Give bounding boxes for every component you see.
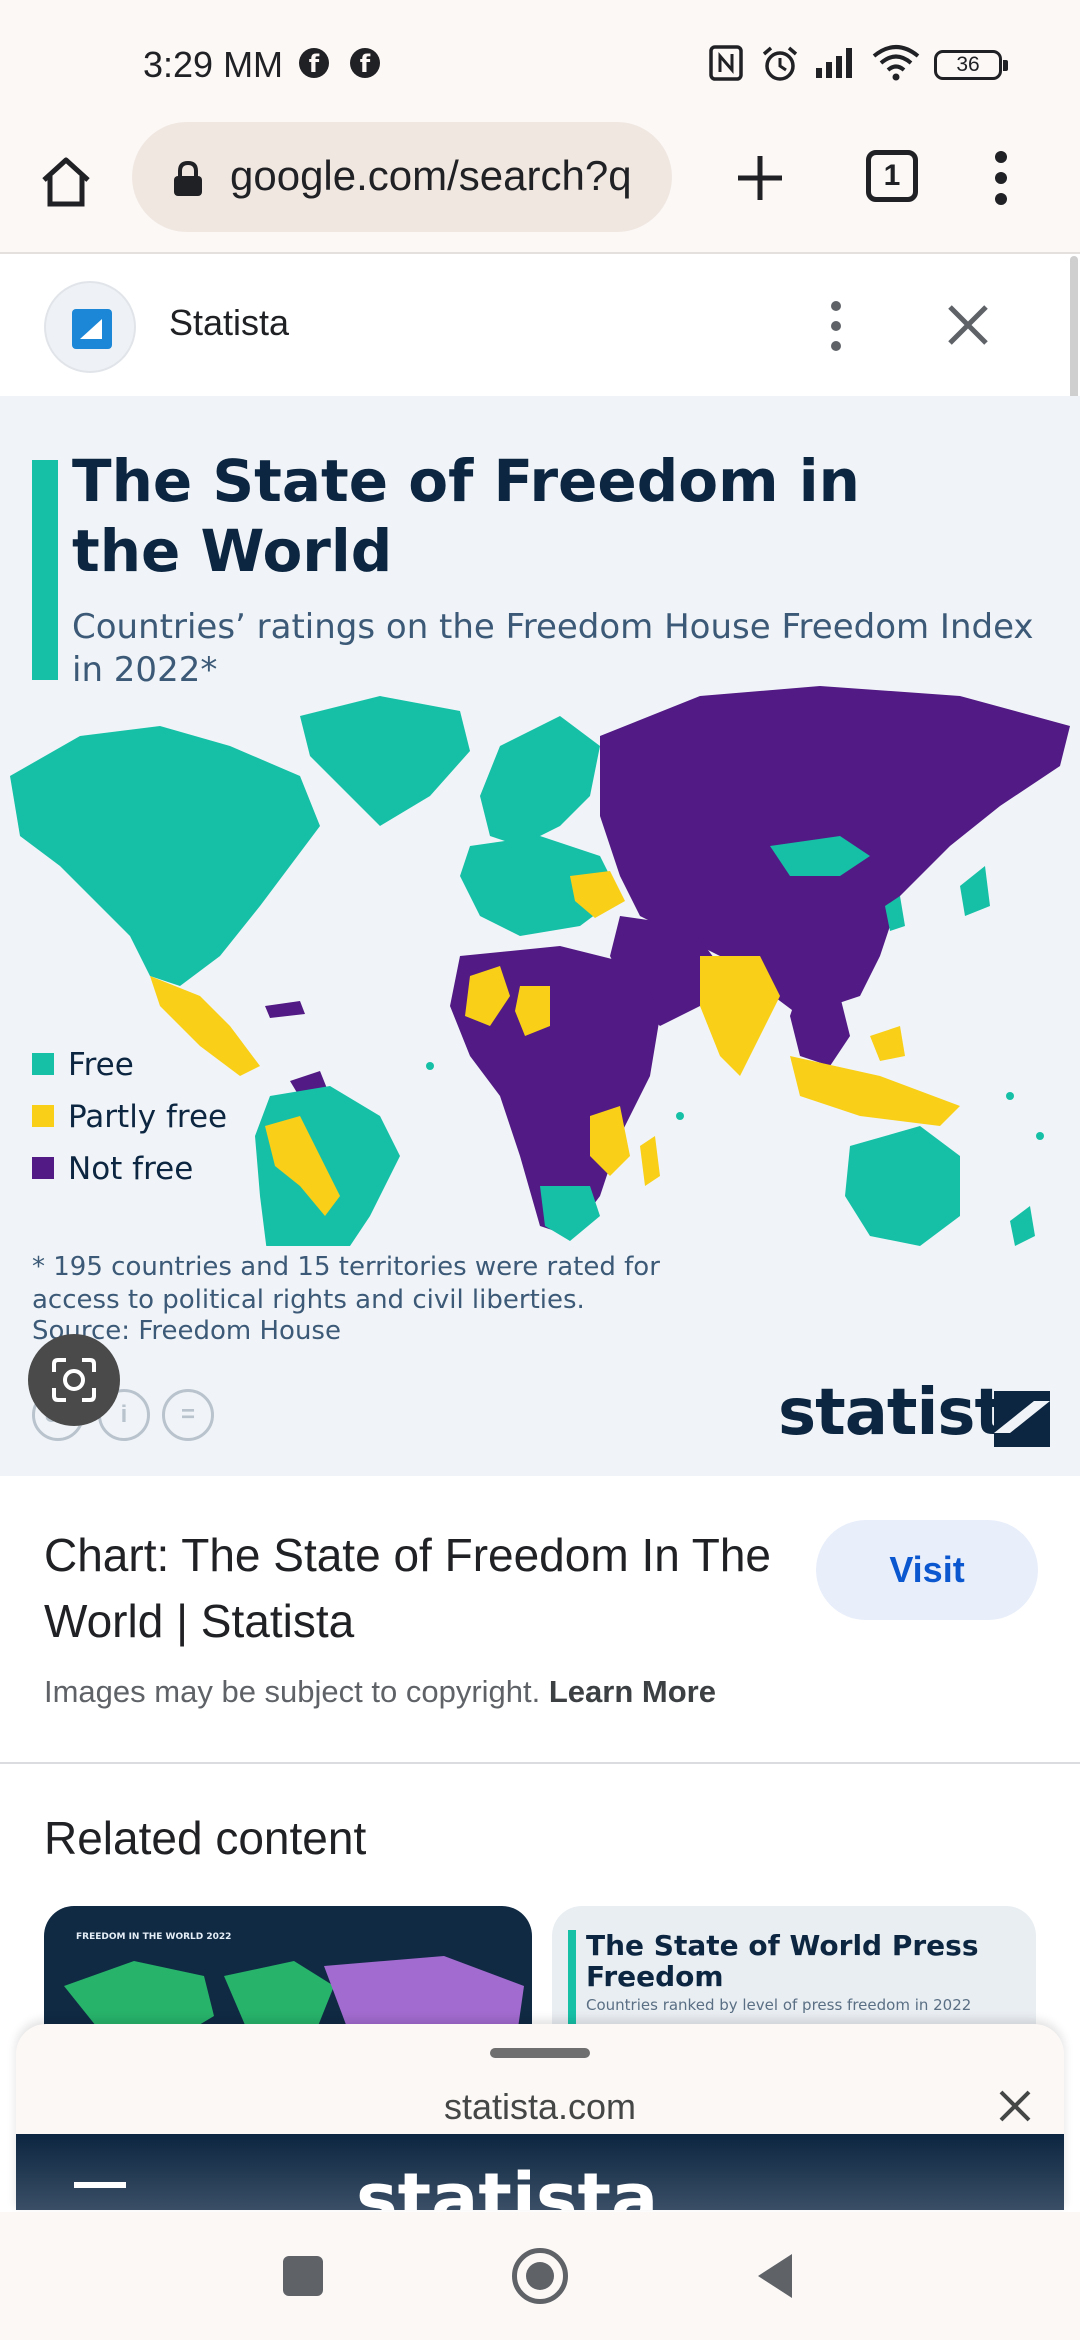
legend-label: Partly free xyxy=(68,1099,228,1135)
related-card-label: FREEDOM IN THE WORLD 2022 xyxy=(76,1932,232,1942)
google-lens-icon[interactable] xyxy=(28,1334,120,1426)
navigation-bar xyxy=(0,2212,1080,2340)
visit-button[interactable]: Visit xyxy=(816,1520,1038,1620)
copyright-text: Images may be subject to copyright. xyxy=(44,1674,541,1709)
lock-icon xyxy=(174,160,202,196)
url-text: google.com/search?q xyxy=(230,152,632,199)
alarm-icon xyxy=(762,46,798,81)
status-bar: 3:29 MM f f 36 xyxy=(0,0,1080,120)
home-icon[interactable] xyxy=(512,2248,568,2304)
legend-label: Free xyxy=(68,1047,134,1083)
sheet-domain: statista.com xyxy=(443,2086,637,2127)
nfc-icon xyxy=(709,45,743,81)
source-row: Statista xyxy=(0,256,1070,396)
related-card-map xyxy=(64,1956,524,2026)
facebook-icon: f xyxy=(350,48,380,78)
legend-swatch xyxy=(32,1105,54,1127)
image-viewer-panel: Statista The State of Freedom in the Wor… xyxy=(0,256,1080,2026)
legend-swatch xyxy=(32,1157,54,1179)
freedom-infographic[interactable]: The State of Freedom in the World Countr… xyxy=(0,396,1080,1476)
divider xyxy=(0,1762,1080,1764)
statista-logo-icon xyxy=(994,1391,1050,1447)
wifi-icon xyxy=(872,45,920,81)
recents-icon[interactable] xyxy=(283,2256,323,2296)
close-icon[interactable] xyxy=(998,2089,1032,2123)
status-time: 3:29 MM xyxy=(143,44,284,85)
related-card-title: The State of World Press Freedom xyxy=(586,1929,979,1993)
no-derivatives-icon: = xyxy=(162,1389,214,1441)
statista-favicon[interactable] xyxy=(44,281,136,373)
related-card-subtitle: Countries ranked by level of press freed… xyxy=(586,1996,972,2014)
hamburger-icon xyxy=(74,2182,126,2188)
learn-more-link[interactable]: Learn More xyxy=(549,1674,716,1709)
signal-icon xyxy=(816,48,852,78)
preview-brand: statista xyxy=(356,2158,659,2210)
drag-handle[interactable] xyxy=(490,2048,590,2058)
more-vert-icon[interactable] xyxy=(826,298,846,354)
site-preview: statista xyxy=(16,2134,1064,2210)
plus-icon[interactable] xyxy=(730,148,790,208)
related-card[interactable]: FREEDOM IN THE WORLD 2022 xyxy=(44,1906,532,2026)
copyright-notice: Images may be subject to copyright. Lear… xyxy=(44,1674,716,1710)
more-vert-icon[interactable] xyxy=(986,150,1016,206)
related-content-heading: Related content xyxy=(44,1812,367,1864)
related-card[interactable]: The State of World Press Freedom Countri… xyxy=(552,1906,1036,2026)
site-preview-sheet[interactable]: statista.com statista xyxy=(16,2024,1064,2210)
related-card-accent xyxy=(568,1930,576,2026)
result-title[interactable]: Chart: The State of Freedom In The World… xyxy=(44,1522,804,1654)
footnote: * 195 countries and 15 territories were … xyxy=(32,1252,660,1315)
back-icon[interactable] xyxy=(756,2252,796,2300)
facebook-icon: f xyxy=(299,48,329,78)
legend-label: Not free xyxy=(68,1151,194,1187)
legend-swatch xyxy=(32,1053,54,1075)
browser-toolbar: google.com/search?q 1 xyxy=(0,120,1080,254)
infographic-title: The State of Freedom in the World xyxy=(72,447,860,585)
site-name[interactable]: Statista xyxy=(169,302,289,344)
battery-icon: 36 xyxy=(934,50,1008,80)
address-bar[interactable]: google.com/search?q xyxy=(132,122,672,232)
home-icon[interactable] xyxy=(36,152,96,212)
tab-switcher-icon[interactable]: 1 xyxy=(866,150,918,202)
close-icon[interactable] xyxy=(944,301,992,349)
title-accent-bar xyxy=(32,460,58,680)
